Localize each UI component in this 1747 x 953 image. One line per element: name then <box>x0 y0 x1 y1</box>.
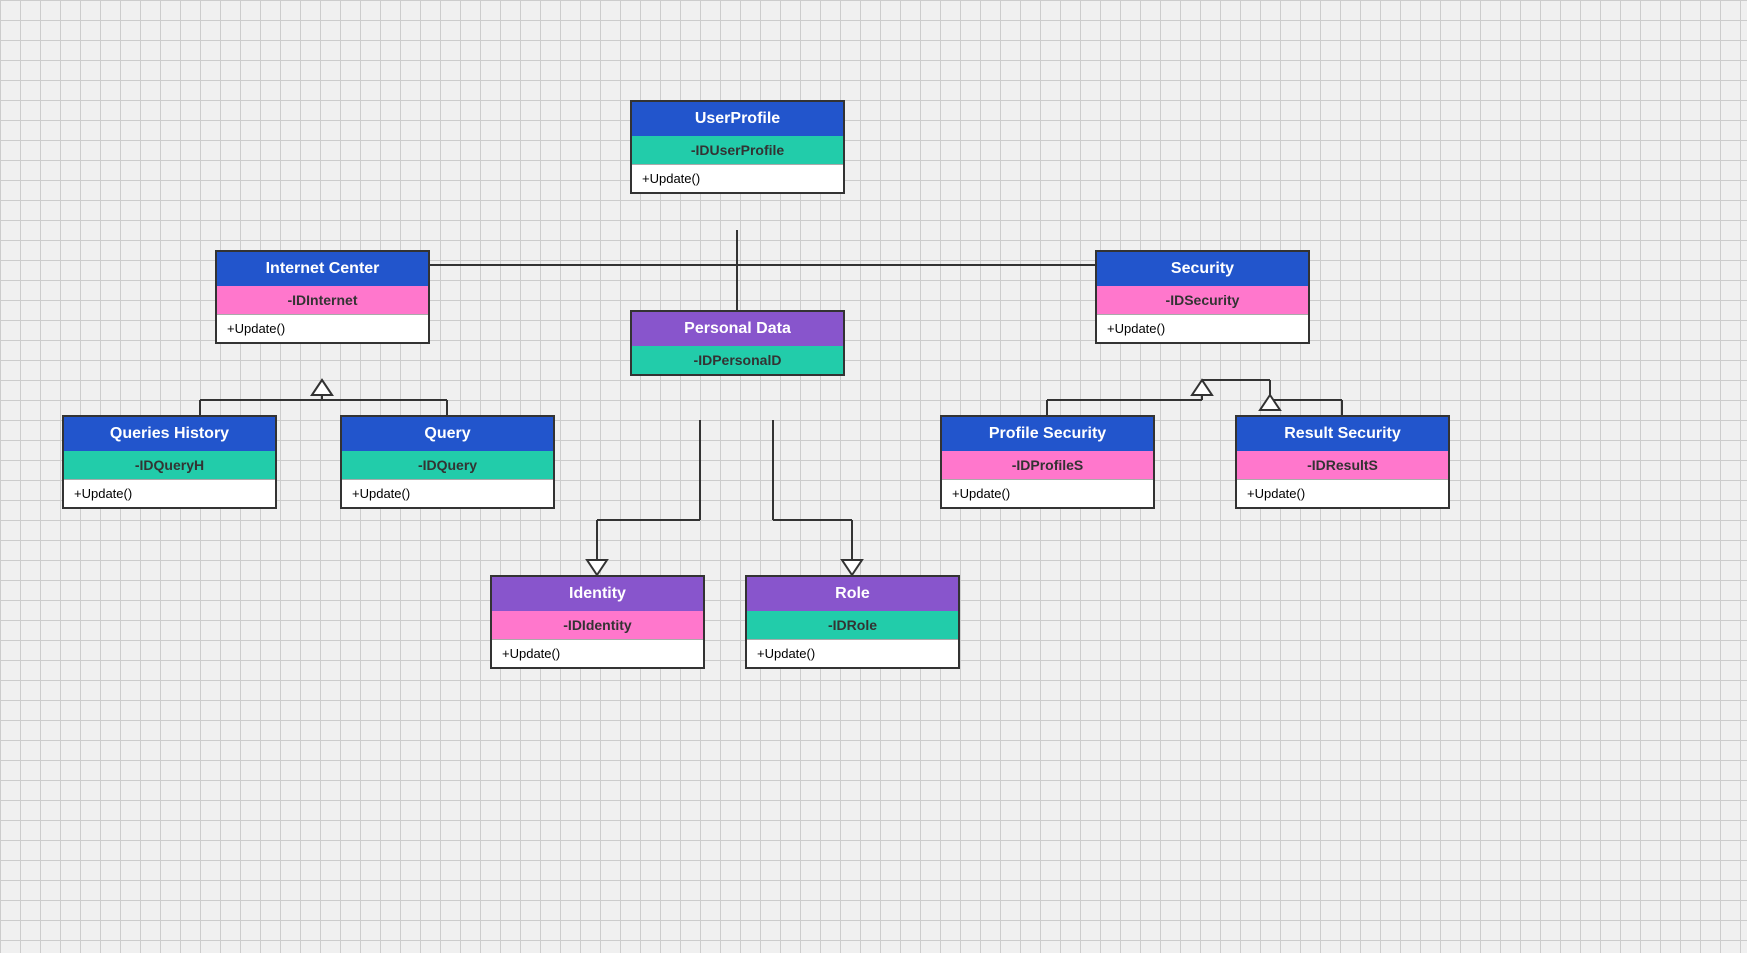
class-name-role: Role <box>747 577 958 611</box>
class-attr-role: -IDRole <box>747 611 958 639</box>
uml-class-internetcenter: Internet Center -IDInternet +Update() <box>215 250 430 344</box>
uml-class-role: Role -IDRole +Update() <box>745 575 960 669</box>
class-method-internetcenter: +Update() <box>217 314 428 342</box>
class-method-profilesecurity: +Update() <box>942 479 1153 507</box>
class-method-identity: +Update() <box>492 639 703 667</box>
diagram-container: UserProfile -IDUserProfile +Update() Int… <box>0 0 1747 953</box>
class-attr-profilesecurity: -IDProfileS <box>942 451 1153 479</box>
class-name-resultsecurity: Result Security <box>1237 417 1448 451</box>
class-name-internetcenter: Internet Center <box>217 252 428 286</box>
uml-class-identity: Identity -IDIdentity +Update() <box>490 575 705 669</box>
uml-class-resultsecurity: Result Security -IDResultS +Update() <box>1235 415 1450 509</box>
class-attr-internetcenter: -IDInternet <box>217 286 428 314</box>
class-method-query: +Update() <box>342 479 553 507</box>
class-name-querieshistory: Queries History <box>64 417 275 451</box>
class-attr-querieshistory: -IDQueryH <box>64 451 275 479</box>
class-attr-personaldata: -IDPersonalD <box>632 346 843 374</box>
class-name-query: Query <box>342 417 553 451</box>
class-name-security: Security <box>1097 252 1308 286</box>
class-attr-query: -IDQuery <box>342 451 553 479</box>
uml-class-query: Query -IDQuery +Update() <box>340 415 555 509</box>
class-name-userprofile: UserProfile <box>632 102 843 136</box>
class-method-resultsecurity: +Update() <box>1237 479 1448 507</box>
class-method-userprofile: +Update() <box>632 164 843 192</box>
class-method-querieshistory: +Update() <box>64 479 275 507</box>
class-attr-identity: -IDIdentity <box>492 611 703 639</box>
class-attr-userprofile: -IDUserProfile <box>632 136 843 164</box>
class-attr-security: -IDSecurity <box>1097 286 1308 314</box>
uml-class-userprofile: UserProfile -IDUserProfile +Update() <box>630 100 845 194</box>
uml-class-querieshistory: Queries History -IDQueryH +Update() <box>62 415 277 509</box>
class-method-security: +Update() <box>1097 314 1308 342</box>
class-name-personaldata: Personal Data <box>632 312 843 346</box>
class-name-profilesecurity: Profile Security <box>942 417 1153 451</box>
class-name-identity: Identity <box>492 577 703 611</box>
class-attr-resultsecurity: -IDResultS <box>1237 451 1448 479</box>
uml-class-personaldata: Personal Data -IDPersonalD <box>630 310 845 376</box>
uml-class-security: Security -IDSecurity +Update() <box>1095 250 1310 344</box>
uml-class-profilesecurity: Profile Security -IDProfileS +Update() <box>940 415 1155 509</box>
class-method-role: +Update() <box>747 639 958 667</box>
